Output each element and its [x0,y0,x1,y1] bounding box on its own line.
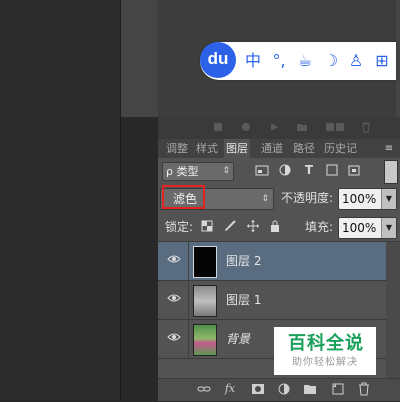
chevron-down-icon[interactable]: ▼ [381,218,396,238]
play-icon[interactable] [268,121,280,133]
divider [188,242,189,280]
fx-icon[interactable]: fx [222,381,238,397]
chevron-down-icon: ⇕ [222,166,230,176]
fill-input[interactable]: 100% ▼ [338,217,397,239]
cup-icon[interactable]: ☕ [294,50,316,72]
move-icon[interactable] [246,219,260,235]
tab-adjustments[interactable]: 调整 [164,139,190,158]
watermark-subtitle: 助你轻松解决 [292,357,358,368]
tab-styles[interactable]: 样式 [194,139,220,158]
eye-icon[interactable] [166,252,182,268]
trash-icon[interactable] [356,381,372,397]
eye-icon[interactable] [166,291,182,307]
opacity-label: 不透明度: [281,191,334,205]
brush-icon[interactable] [223,219,237,235]
shape-filter-icon[interactable] [325,163,339,178]
layer-row[interactable]: 图层 1 [158,281,386,320]
layer-thumbnail [193,246,217,278]
divider [188,320,189,358]
adjustment-filter-icon[interactable] [278,163,292,178]
layer-name: 图层 1 [226,293,262,307]
canvas-area [0,0,120,400]
stop-icon[interactable] [212,121,224,133]
filter-toggle-switch[interactable] [384,160,398,184]
lock-transparent-pixels-icon[interactable] [200,219,214,235]
chevron-down-icon[interactable]: ▼ [381,189,396,209]
pixel-filter-icon[interactable] [255,163,269,178]
trash-icon[interactable] [360,121,372,133]
layer-name: 图层 2 [226,254,262,268]
type-filter-icon[interactable]: T [302,163,316,178]
opacity-input[interactable]: 100% ▼ [338,188,397,210]
layer-filter-select[interactable]: ρ 类型 ⇕ [162,162,234,181]
layer-thumbnail [193,324,217,356]
grid-icon[interactable]: ⊞ [371,50,393,72]
filter-label: ρ 类型 [166,165,199,178]
smart-object-filter-icon[interactable] [347,163,361,178]
layer-name: 背景 [226,332,251,346]
new-item-icon[interactable] [334,121,346,133]
scrollbar[interactable] [386,242,400,378]
adjustment-layer-icon[interactable] [276,381,292,397]
folder-icon[interactable] [296,121,308,133]
tab-layers[interactable]: 图层 [224,139,250,158]
layer-row[interactable]: 图层 2 [158,242,386,281]
moon-icon[interactable]: ☽ [320,50,342,72]
layer-thumbnail [193,285,217,317]
panel-menu-icon[interactable]: ≡ [378,139,400,158]
ime-chinese-mode-button[interactable]: 中 [242,50,264,72]
fill-label: 填充: [305,220,334,234]
eye-icon[interactable] [166,330,182,346]
fill-value: 100% [342,221,377,235]
tab-channels[interactable]: 通道 [259,139,285,158]
divider [188,281,189,319]
new-layer-icon[interactable] [330,381,346,397]
lock-icon[interactable] [268,219,282,235]
record-icon[interactable] [240,121,252,133]
annotation-highlight-box [162,185,205,209]
mask-icon[interactable] [250,381,266,397]
folder-icon[interactable] [302,381,318,397]
link-icon[interactable] [196,381,212,397]
tab-history[interactable]: 历史记 [322,139,359,158]
opacity-value: 100% [342,192,377,206]
user-icon[interactable]: ♙ [345,50,367,72]
watermark-title: 百科全说 [288,333,364,354]
ime-punctuation-button[interactable]: °, [268,50,290,72]
ime-logo[interactable]: du [200,42,236,78]
tab-paths[interactable]: 路径 [291,139,317,158]
chevron-down-icon: ⇕ [261,194,269,204]
lock-label: 锁定: [165,220,194,234]
